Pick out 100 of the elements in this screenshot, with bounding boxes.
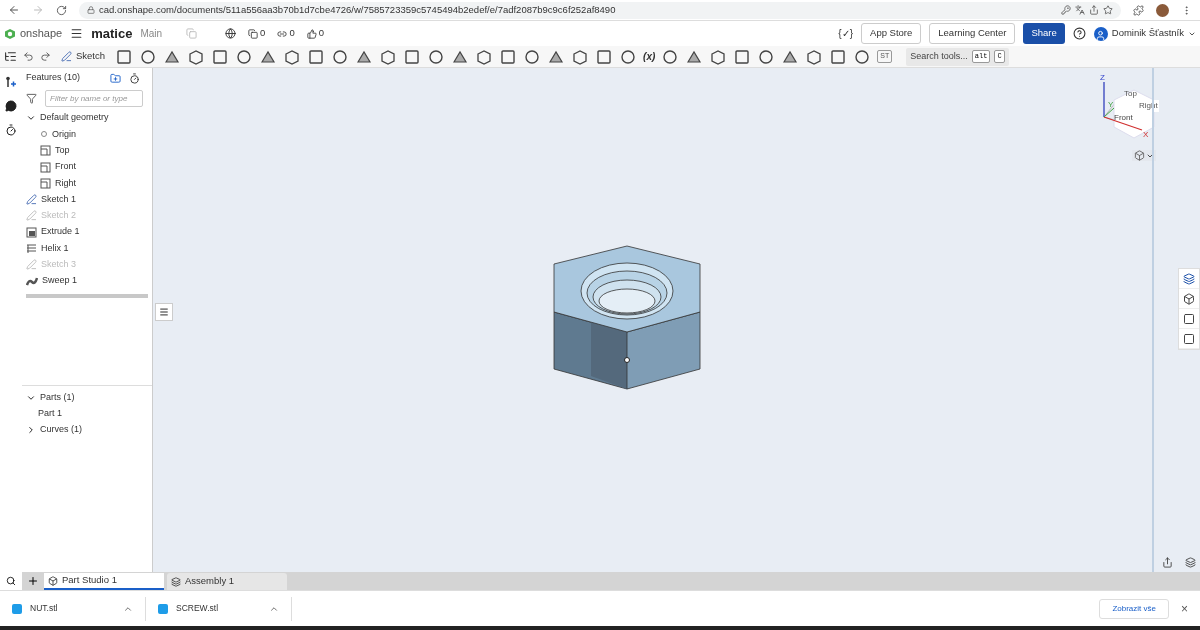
header-button[interactable]: Learning Center <box>929 23 1016 44</box>
filter-icon[interactable] <box>26 92 37 104</box>
panel-toggle-icon[interactable] <box>155 303 173 321</box>
globe-icon[interactable] <box>225 28 237 39</box>
filter-field[interactable]: Filter by name or type <box>45 89 143 107</box>
view-cube-face-label[interactable]: Front <box>1114 112 1133 124</box>
link-icon[interactable] <box>277 28 288 39</box>
feature-item[interactable]: Sweep 1 <box>42 274 78 288</box>
key-icon[interactable] <box>1061 5 1071 15</box>
download-item[interactable]: NUT.stl <box>30 602 115 615</box>
show-all-button[interactable]: Zobrazit vše <box>1099 598 1169 619</box>
logo-icon <box>4 27 16 40</box>
3d-viewport[interactable]: Top Front Right Z Y X <box>153 68 1200 572</box>
sweep-icon <box>26 275 38 287</box>
cube-icon <box>1134 150 1145 161</box>
toolbar-tool-icon[interactable] <box>307 47 326 66</box>
feature-item[interactable]: Default geometry <box>40 111 109 125</box>
share-icon[interactable] <box>1089 5 1099 15</box>
header-button[interactable]: App Store <box>861 23 922 44</box>
axis-label: Y <box>1108 99 1114 111</box>
help-icon[interactable] <box>1072 27 1086 40</box>
translate-icon[interactable] <box>1075 5 1085 15</box>
plane-icon <box>40 177 51 189</box>
toolbar-tool-icon[interactable] <box>661 47 680 66</box>
document-title: matice <box>91 24 133 43</box>
pencil-icon <box>26 259 37 271</box>
toolbar-tool-icon[interactable] <box>733 47 752 66</box>
document-tab[interactable]: Part Studio 1 <box>44 573 164 590</box>
feature-item[interactable]: Top <box>55 144 70 158</box>
feature-item[interactable]: Sketch 1 <box>41 192 77 207</box>
feature-item[interactable]: Right <box>55 176 76 191</box>
parts-group[interactable]: Parts (1) <box>40 391 75 405</box>
pencil-icon <box>26 210 37 222</box>
feature-item[interactable]: Helix 1 <box>41 241 69 256</box>
pencil-icon <box>61 51 72 62</box>
cube-icon[interactable] <box>1183 292 1195 305</box>
part-studio-icon <box>48 575 58 586</box>
view-cube-face-label[interactable]: Top <box>1124 88 1137 100</box>
toolbar-tool-icon[interactable] <box>139 47 158 66</box>
export-icon[interactable] <box>1162 557 1173 568</box>
close-button[interactable]: × <box>1181 599 1188 618</box>
share-button[interactable]: Share <box>1023 23 1065 44</box>
parts-group[interactable]: Curves (1) <box>40 423 82 437</box>
toolbar-tool-icon[interactable] <box>235 47 254 66</box>
branch-name: Main <box>140 27 163 41</box>
plane-icon <box>40 161 51 173</box>
extensions-icon[interactable] <box>1133 4 1144 16</box>
address-bar[interactable]: cad.onshape.com/documents/511a556aa3b70b1d7cbe4726/w/7585723359c5745494b2edef/e/7adf2087b9c9c6f252af8490 <box>79 1 1121 19</box>
toolbar-tool-icon[interactable] <box>427 47 446 66</box>
view-mode-button[interactable] <box>1132 150 1156 161</box>
appearance-icon[interactable] <box>1183 272 1195 285</box>
view-cube-face-label[interactable]: Right <box>1138 100 1159 112</box>
expand-chevron-icon[interactable] <box>26 425 36 435</box>
profile-avatar[interactable] <box>1156 3 1169 17</box>
user-name[interactable]: Dominik Šťastník <box>1111 26 1184 41</box>
toolbar-tool-icon[interactable] <box>595 47 614 66</box>
variables-button[interactable]: {✓} <box>838 26 854 41</box>
user-avatar[interactable] <box>1093 26 1108 41</box>
comment-icon[interactable] <box>5 100 17 112</box>
toolbar-tool-icon[interactable] <box>757 47 776 66</box>
toolbar-tool-icon[interactable] <box>499 47 518 66</box>
rollback-icon[interactable] <box>129 72 140 84</box>
toolbar-tool-icon[interactable] <box>115 47 134 66</box>
reload-icon[interactable] <box>56 4 67 16</box>
expand-chevron-icon[interactable] <box>26 393 36 403</box>
back-icon[interactable] <box>8 4 20 16</box>
download-item[interactable]: SCREW.stl <box>176 602 261 615</box>
add-feature-icon[interactable] <box>5 76 17 88</box>
feature-item[interactable]: Front <box>55 160 76 174</box>
document-tab[interactable]: Assembly 1 <box>167 573 287 590</box>
redo-icon[interactable] <box>40 51 51 62</box>
toolbar-tool-icon[interactable] <box>523 47 542 66</box>
version-icon[interactable] <box>248 28 259 39</box>
feature-item[interactable]: Extrude 1 <box>41 225 80 239</box>
add-tab-icon[interactable] <box>27 575 39 587</box>
part-item[interactable]: Part 1 <box>38 407 62 421</box>
undo-icon[interactable] <box>23 51 34 62</box>
file-icon <box>12 603 22 614</box>
menu-icon[interactable] <box>70 27 84 40</box>
assembly-icon <box>171 576 181 587</box>
sketch-button[interactable]: Sketch <box>57 49 110 64</box>
toolbar-tool-icon[interactable] <box>331 47 350 66</box>
toolbar-tool-icon[interactable] <box>619 47 638 66</box>
toolbar-tool-icon[interactable] <box>829 47 848 66</box>
new-folder-icon[interactable] <box>110 72 121 84</box>
toolbar-tool-icon[interactable] <box>403 47 422 66</box>
timer-icon[interactable] <box>5 124 17 136</box>
toolbar-tool-icon[interactable] <box>853 47 872 66</box>
pencil-icon <box>26 194 37 206</box>
like-icon[interactable] <box>306 28 317 39</box>
count-text: 0 <box>318 26 324 41</box>
feature-list-icon[interactable] <box>4 50 17 63</box>
star-icon[interactable] <box>1103 5 1113 15</box>
count-text: 0 <box>260 26 266 41</box>
feature-item[interactable]: Origin <box>52 127 76 142</box>
origin-icon <box>40 130 48 139</box>
variable-tool[interactable]: (x) <box>643 49 656 64</box>
toolbar-tool-icon[interactable] <box>211 47 230 66</box>
search-placeholder: Search tools... <box>910 49 968 63</box>
search-tabs-icon[interactable] <box>6 576 16 586</box>
